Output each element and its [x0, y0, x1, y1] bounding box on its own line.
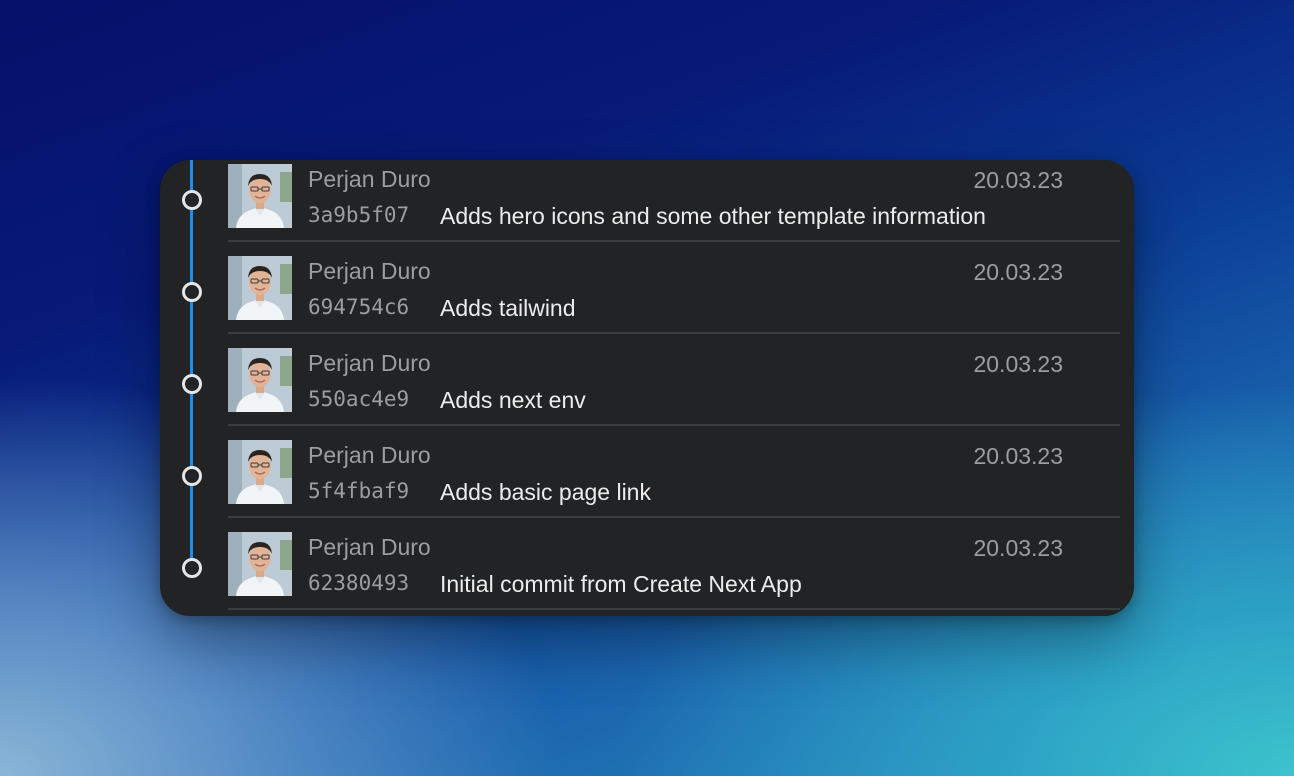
commit-history-panel: Perjan Duro 20.03.23 3a9b5f07 Adds hero … [160, 160, 1134, 616]
commit-row[interactable]: Perjan Duro 20.03.23 3a9b5f07 Adds hero … [160, 160, 1134, 252]
author-avatar [228, 532, 292, 596]
commit-date: 20.03.23 [973, 351, 1063, 377]
commit-hash: 5f4fbaf9 [308, 479, 410, 503]
commit-message: Adds hero icons and some other template … [440, 203, 986, 229]
author-avatar [228, 440, 292, 504]
row-divider [228, 240, 1120, 242]
commit-node-icon [182, 466, 202, 486]
row-divider [228, 424, 1120, 426]
commit-node-icon [182, 282, 202, 302]
commit-hash: 694754c6 [308, 295, 410, 319]
author-avatar [228, 256, 292, 320]
commit-author: Perjan Duro [308, 350, 431, 376]
commit-date: 20.03.23 [973, 167, 1063, 193]
row-divider [228, 332, 1120, 334]
commit-date: 20.03.23 [973, 259, 1063, 285]
commit-node-icon [182, 190, 202, 210]
commit-node-icon [182, 374, 202, 394]
commit-message: Adds tailwind [440, 295, 576, 321]
commit-author: Perjan Duro [308, 442, 431, 468]
commit-row[interactable]: Perjan Duro 20.03.23 5f4fbaf9 Adds basic… [160, 436, 1134, 528]
author-avatar [228, 164, 292, 228]
commit-message: Adds basic page link [440, 479, 651, 505]
commit-row[interactable]: Perjan Duro 20.03.23 62380493 Initial co… [160, 528, 1134, 616]
commit-author: Perjan Duro [308, 258, 431, 284]
commit-row[interactable]: Perjan Duro 20.03.23 550ac4e9 Adds next … [160, 344, 1134, 436]
commit-row[interactable]: Perjan Duro 20.03.23 694754c6 Adds tailw… [160, 252, 1134, 344]
commit-hash: 550ac4e9 [308, 387, 410, 411]
row-divider [228, 516, 1120, 518]
author-avatar [228, 348, 292, 412]
commit-hash: 3a9b5f07 [308, 203, 410, 227]
commit-author: Perjan Duro [308, 166, 431, 192]
commit-date: 20.03.23 [973, 443, 1063, 469]
commit-date: 20.03.23 [973, 535, 1063, 561]
commit-author: Perjan Duro [308, 534, 431, 560]
commit-message: Adds next env [440, 387, 586, 413]
commit-hash: 62380493 [308, 571, 410, 595]
commit-message: Initial commit from Create Next App [440, 571, 802, 597]
commit-node-icon [182, 558, 202, 578]
row-divider [228, 608, 1120, 610]
